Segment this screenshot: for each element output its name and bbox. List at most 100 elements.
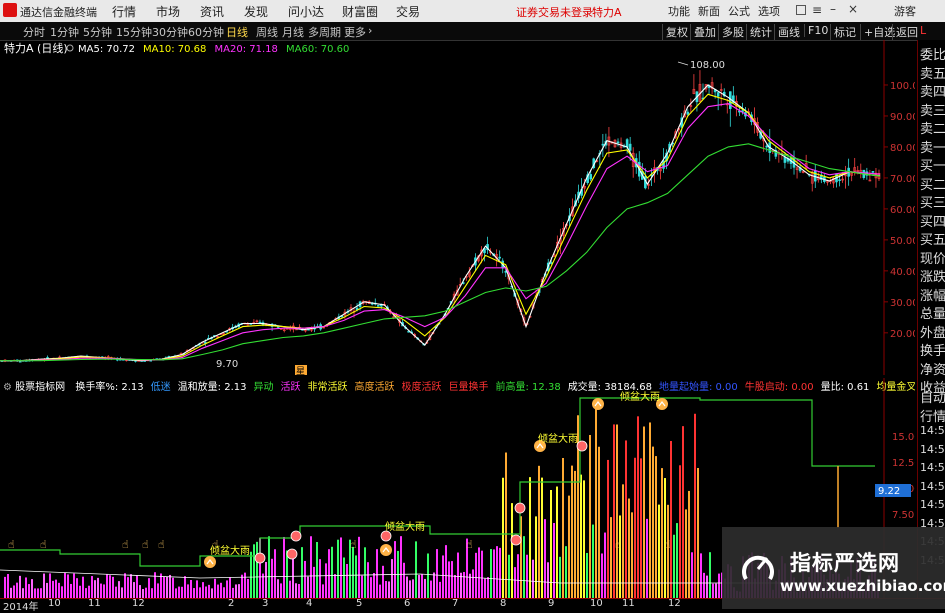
quote-field-label[interactable]: 卖五: [920, 63, 945, 82]
menu-news[interactable]: 资讯: [200, 3, 224, 20]
period-more[interactable]: 更多: [344, 24, 366, 40]
period-multi[interactable]: 多周期: [308, 24, 341, 40]
hand-pointer-icon[interactable]: ☝: [350, 538, 357, 551]
quote-field-label[interactable]: 现价: [920, 248, 945, 267]
menu-discover[interactable]: 发现: [244, 3, 268, 20]
quote-field-label[interactable]: 买五: [920, 229, 945, 248]
hand-pointer-icon[interactable]: ☝: [615, 538, 622, 551]
quote-field-label[interactable]: 委比: [920, 44, 945, 63]
up-arrow-icon[interactable]: [204, 556, 216, 568]
quote-field-label[interactable]: 净资: [920, 359, 945, 378]
guest-label[interactable]: 游客: [894, 3, 916, 19]
period-weekly[interactable]: 周线: [256, 24, 278, 40]
volume-bar: [175, 588, 177, 598]
back-button[interactable]: 返回: [892, 24, 918, 40]
menu-trade[interactable]: 交易: [396, 3, 420, 20]
hand-pointer-icon[interactable]: ☝: [122, 538, 129, 551]
f10-button[interactable]: F10: [804, 24, 828, 37]
quote-field-label[interactable]: 涨幅: [920, 285, 945, 304]
tick-time[interactable]: 14:50: [920, 461, 945, 474]
chevron-right-icon[interactable]: ›: [368, 24, 372, 37]
volume-bar: [334, 574, 336, 598]
quote-field-label[interactable]: 卖二: [920, 118, 945, 137]
date-tick-label: 7: [452, 598, 459, 609]
period-1min[interactable]: 1分钟: [50, 24, 79, 40]
period-60min[interactable]: 60分钟: [188, 24, 224, 40]
overlay-button[interactable]: 叠加: [690, 24, 716, 40]
period-daily[interactable]: 日线: [226, 24, 248, 40]
hand-pointer-icon[interactable]: ☝: [158, 538, 165, 551]
tick-time[interactable]: 14:50: [920, 424, 945, 437]
signal-dot-icon[interactable]: [510, 534, 522, 546]
volume-bar: [715, 583, 717, 598]
menu-market[interactable]: 市场: [156, 3, 180, 20]
hand-pointer-icon[interactable]: ☝: [142, 538, 149, 551]
login-warning[interactable]: 证券交易未登录: [516, 4, 593, 20]
menu-function[interactable]: 功能: [668, 3, 690, 19]
volume-bar: [574, 470, 576, 598]
panel-tab[interactable]: 自动: [920, 387, 945, 406]
signal-dot-icon[interactable]: [254, 552, 266, 564]
tick-time[interactable]: 14:50: [920, 498, 945, 511]
add-watchlist-button[interactable]: +自选: [860, 24, 895, 40]
quote-field-label[interactable]: 买四: [920, 211, 945, 230]
volume-bar: [55, 579, 57, 598]
menu-formula[interactable]: 公式: [728, 3, 750, 19]
statistics-button[interactable]: 统计: [746, 24, 772, 40]
quote-field-label[interactable]: 买三: [920, 192, 945, 211]
volume-bar: [52, 580, 54, 598]
signal-dot-icon[interactable]: [286, 548, 298, 560]
signal-dot-icon[interactable]: [576, 440, 588, 452]
volume-bar: [187, 584, 189, 598]
up-arrow-icon[interactable]: [592, 398, 604, 410]
volume-bar: [106, 574, 108, 598]
lock-icon[interactable]: [796, 5, 806, 15]
menu-wealth[interactable]: 财富圈: [342, 3, 378, 20]
panel-tab[interactable]: 行情: [920, 406, 945, 425]
hand-pointer-icon[interactable]: ☝: [664, 538, 671, 551]
signal-label: 倾盆大雨: [385, 520, 425, 533]
volume-bar: [667, 504, 669, 598]
hand-pointer-icon[interactable]: ☝: [466, 538, 473, 551]
period-5min[interactable]: 5分钟: [83, 24, 112, 40]
period-monthly[interactable]: 月线: [282, 24, 304, 40]
quote-field-label[interactable]: 外盘: [920, 322, 945, 341]
menu-quotes[interactable]: 行情: [112, 3, 136, 20]
up-arrow-icon[interactable]: [380, 544, 392, 556]
signal-dot-icon[interactable]: [514, 502, 526, 514]
tick-time[interactable]: 14:50: [920, 480, 945, 493]
menu-ask[interactable]: 问小达: [288, 3, 324, 20]
legend-toggle-icon[interactable]: [66, 44, 74, 52]
volume-bar: [625, 440, 627, 598]
volume-bar: [418, 575, 420, 598]
price-chart[interactable]: 100.0 90.00 80.00 70.00 60.00 50.00 40.00 30.00…: [0, 40, 915, 375]
period-15min[interactable]: 15分钟: [116, 24, 152, 40]
adjust-button[interactable]: 复权: [662, 24, 688, 40]
menu-new-page[interactable]: 新面: [698, 3, 720, 19]
draw-button[interactable]: 画线: [774, 24, 800, 40]
mark-button[interactable]: 标记: [830, 24, 856, 40]
quote-field-label[interactable]: 涨跌: [920, 266, 945, 285]
menu-icon[interactable]: ≡: [812, 3, 822, 17]
period-intraday[interactable]: 分时: [23, 24, 45, 40]
quote-field-label[interactable]: 总量: [920, 303, 945, 322]
tick-time[interactable]: 14:50: [920, 443, 945, 456]
volume-bar: [442, 555, 444, 598]
hand-pointer-icon[interactable]: ☝: [8, 538, 15, 551]
volume-bar: [607, 459, 609, 598]
quote-field-label[interactable]: 卖四: [920, 81, 945, 100]
quote-field-label[interactable]: 买二: [920, 174, 945, 193]
minimize-icon[interactable]: –: [830, 2, 836, 16]
quote-field-label[interactable]: 卖一: [920, 137, 945, 156]
hand-pointer-icon[interactable]: ☝: [40, 538, 47, 551]
multi-stock-button[interactable]: 多股: [718, 24, 744, 40]
volume-bar: [217, 584, 219, 598]
signal-dot-icon[interactable]: [290, 530, 302, 542]
menu-options[interactable]: 选项: [758, 3, 780, 19]
close-icon[interactable]: ×: [848, 2, 858, 16]
quote-field-label[interactable]: 卖三: [920, 100, 945, 119]
quote-field-label[interactable]: 买一: [920, 155, 945, 174]
volume-bar: [394, 541, 396, 598]
quote-field-label[interactable]: 换手: [920, 340, 945, 359]
period-30min[interactable]: 30分钟: [152, 24, 188, 40]
